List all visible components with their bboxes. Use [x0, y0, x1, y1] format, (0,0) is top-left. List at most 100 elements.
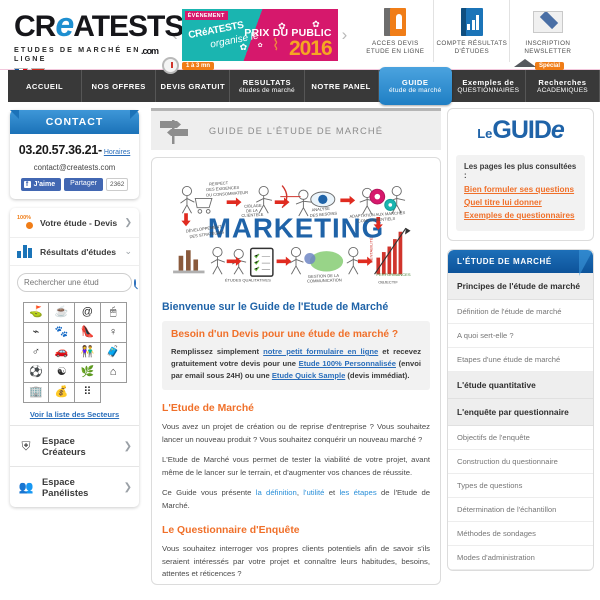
signpost-icon	[151, 116, 197, 146]
hero-label: PERFORMANCES	[376, 272, 410, 277]
header-link-line2: ETUDE EN LIGNE	[366, 48, 425, 55]
devis-title: Besoin d'un Devis pour une étude de marc…	[171, 329, 399, 340]
facebook-like-label: J'aime	[33, 181, 56, 188]
sector-icon[interactable]: 👫	[75, 343, 101, 363]
sector-icon[interactable]: 🧳	[100, 343, 127, 363]
nav-item-exemples-de[interactable]: Exemples de QUESTIONNAIRES	[452, 70, 526, 102]
sidebar-item-espace-createurs[interactable]: ⛨ Espace Créateurs ❯	[10, 425, 139, 466]
guide-nav-item[interactable]: A quoi sert-elle ?	[448, 324, 593, 348]
link-etude-personnalisee[interactable]: Etude 100% Personnalisée	[299, 359, 396, 368]
header-link-acces-devis[interactable]: ACCES DEVIS ETUDE EN LIGNE	[357, 0, 433, 62]
guide-logo-le: Le	[477, 126, 493, 141]
guide-nav-item[interactable]: Etapes d'une étude de marché	[448, 348, 593, 372]
promo-banner[interactable]: ÉVÉNEMENT CRéATESTS organise le PRIX DU …	[181, 9, 338, 61]
link-definition[interactable]: la définition	[256, 488, 297, 497]
sector-icon[interactable]: ♂	[23, 343, 50, 363]
link-formulaire-en-ligne[interactable]: notre petit formulaire en ligne	[263, 347, 378, 356]
page-body: CONTACT 03.20.57.36.21- Horaires contact@…	[0, 102, 600, 588]
sector-icon[interactable]: 🐾	[49, 323, 75, 343]
logo-block[interactable]: CReATESTS .com ETUDES DE MARCHÉ EN LIGNE	[0, 0, 184, 78]
guide-nav-group[interactable]: L'étude quantitative	[448, 372, 593, 399]
sector-icon[interactable]: ☕	[49, 303, 75, 323]
guide-card: LeGUIDe Les pages les plus consultées : …	[447, 108, 594, 241]
nav-item-guide[interactable]: GUIDE étude de marché	[378, 67, 452, 105]
search-input[interactable]	[24, 278, 134, 287]
facebook-widget: f J'aime Partager 2362	[16, 178, 133, 191]
sector-icon[interactable]: 💰	[49, 383, 75, 403]
nav-item-label: RESULTATS	[242, 78, 292, 87]
guide-nav-group[interactable]: Principes de l'étude de marché	[448, 273, 593, 300]
sector-icon-grid: ⛳ ☕ @ 🖱 ⌁ 🐾 👠 ♀ ♂ 🚗 👫 🧳 ⚽ ☯ 🌿 ⌂ 🏢 💰 ⠿	[22, 302, 127, 403]
sector-icon[interactable]: @	[75, 303, 101, 323]
sector-icon[interactable]: ☯	[49, 363, 75, 383]
sector-icon[interactable]: 🌿	[75, 363, 101, 383]
sector-list-link[interactable]: Voir la liste des Secteurs	[17, 410, 132, 419]
nav-item-nos-offres[interactable]: NOS OFFRES	[82, 70, 157, 102]
sector-search	[10, 266, 139, 299]
sector-icon[interactable]: ⌁	[23, 323, 50, 343]
promo-event-badge: ÉVÉNEMENT	[184, 11, 228, 20]
header-link-compte-resultats[interactable]: COMPTE RÉSULTATS D'ÉTUDES	[433, 0, 509, 62]
sidebar-item-votre-etude-devis[interactable]: 100% Votre étude - Devis ❯	[10, 208, 139, 238]
guide-nav-item[interactable]: Détermination de l'échantillon	[448, 498, 593, 522]
nav-item-label: DEVIS GRATUIT	[160, 81, 226, 91]
popular-pages-title: Les pages les plus consultées :	[464, 162, 577, 180]
section-questionnaire-enquete: Le Questionnaire d'Enquête Vous souhaite…	[162, 525, 430, 581]
guide-nav-item[interactable]: Définition de l'étude de marché	[448, 300, 593, 324]
link-utilite[interactable]: l'utilité	[303, 488, 324, 497]
search-icon[interactable]	[134, 278, 136, 287]
sidebar-item-resultats-etudes[interactable]: Résultats d'études ⌄	[10, 238, 139, 266]
sector-icon[interactable]: ⚽	[23, 363, 50, 383]
horaires-link[interactable]: Horaires	[104, 149, 130, 156]
percent-icon: 100%	[17, 215, 34, 230]
header-link-newsletter[interactable]: INSCRIPTION NEWSLETTER	[509, 0, 585, 62]
contact-phone-row: 03.20.57.36.21- Horaires	[16, 141, 133, 159]
link-quick-sample[interactable]: Etude Quick Sample	[272, 371, 345, 380]
sector-icon[interactable]: ⛳	[23, 303, 50, 323]
nav-item-notre-panel[interactable]: NOTRE PANEL	[305, 70, 379, 102]
contact-email[interactable]: contact@creatests.com	[16, 163, 133, 172]
guide-nav-item[interactable]: Construction du questionnaire	[448, 450, 593, 474]
nav-item-sublabel: QUESTIONNAIRES	[457, 87, 520, 94]
section1-text-1: Ce Guide vous présente	[162, 488, 256, 497]
sidebar-item-espace-panelistes[interactable]: 👥 Espace Panélistes ❯	[10, 466, 139, 507]
sector-icon[interactable]: 🚗	[49, 343, 75, 363]
sector-icon[interactable]: 🖱	[100, 303, 127, 323]
guide-nav-item[interactable]: Types de questions	[448, 474, 593, 498]
nav-item-devis-gratuit[interactable]: DEVIS GRATUIT	[156, 70, 231, 102]
sidebar-item-label: Espace Panélistes	[42, 476, 89, 498]
sector-icon[interactable]: 🏢	[23, 383, 50, 403]
chevron-right-icon: ❯	[123, 440, 132, 452]
sector-icon[interactable]: ⌂	[100, 363, 127, 383]
contact-card-title: CONTACT	[10, 110, 139, 134]
marketing-illustration-svg: MARKETING RESPECT DES EXIGENCES DU CONSO…	[162, 170, 430, 287]
nav-item-resultats[interactable]: RESULTATS études de marché	[230, 70, 305, 102]
guide-nav-item[interactable]: Méthodes de sondages	[448, 522, 593, 546]
facebook-share-button[interactable]: Partager	[64, 178, 103, 191]
search-box[interactable]	[17, 273, 136, 292]
guide-nav-item[interactable]: Modes d'administration	[448, 546, 593, 570]
guide-logo-e: e	[550, 116, 565, 144]
popular-page-link[interactable]: Quel titre lui donner	[464, 198, 577, 207]
flower-icon: ✿	[257, 43, 263, 49]
nav-item-accueil[interactable]: ACCUEIL	[8, 70, 83, 102]
carousel-next-icon[interactable]: ›	[342, 25, 348, 45]
sector-icon[interactable]: ⠿	[75, 383, 101, 403]
nav-item-label: GUIDE	[401, 78, 429, 87]
link-etapes[interactable]: les étapes	[339, 488, 376, 497]
guide-nav-card: L'ÉTUDE DE MARCHÉ Principes de l'étude d…	[447, 249, 594, 571]
guide-nav-item[interactable]: Objectifs de l'enquête	[448, 426, 593, 450]
guide-nav-group[interactable]: L'enquête par questionnaire	[448, 399, 593, 426]
section1-p3: Ce Guide vous présente la définition, l'…	[162, 487, 430, 512]
facebook-like-button[interactable]: f J'aime	[20, 178, 62, 191]
breadcrumb: GUIDE DE L'ÉTUDE DE MARCHÉ	[151, 108, 441, 150]
guide-logo-guid: GUID	[492, 116, 551, 144]
header-link-line1: INSCRIPTION	[525, 40, 571, 47]
popular-page-link[interactable]: Bien formuler ses questions	[464, 185, 577, 194]
sector-icon[interactable]: 👠	[75, 323, 101, 343]
facebook-f-icon: f	[23, 181, 31, 188]
guide-logo: LeGUIDe	[456, 117, 585, 147]
nav-item-recherches[interactable]: Recherches ACADEMIQUES	[526, 70, 600, 102]
popular-page-link[interactable]: Exemples de questionnaires	[464, 211, 577, 220]
sector-icon[interactable]: ♀	[100, 323, 127, 343]
